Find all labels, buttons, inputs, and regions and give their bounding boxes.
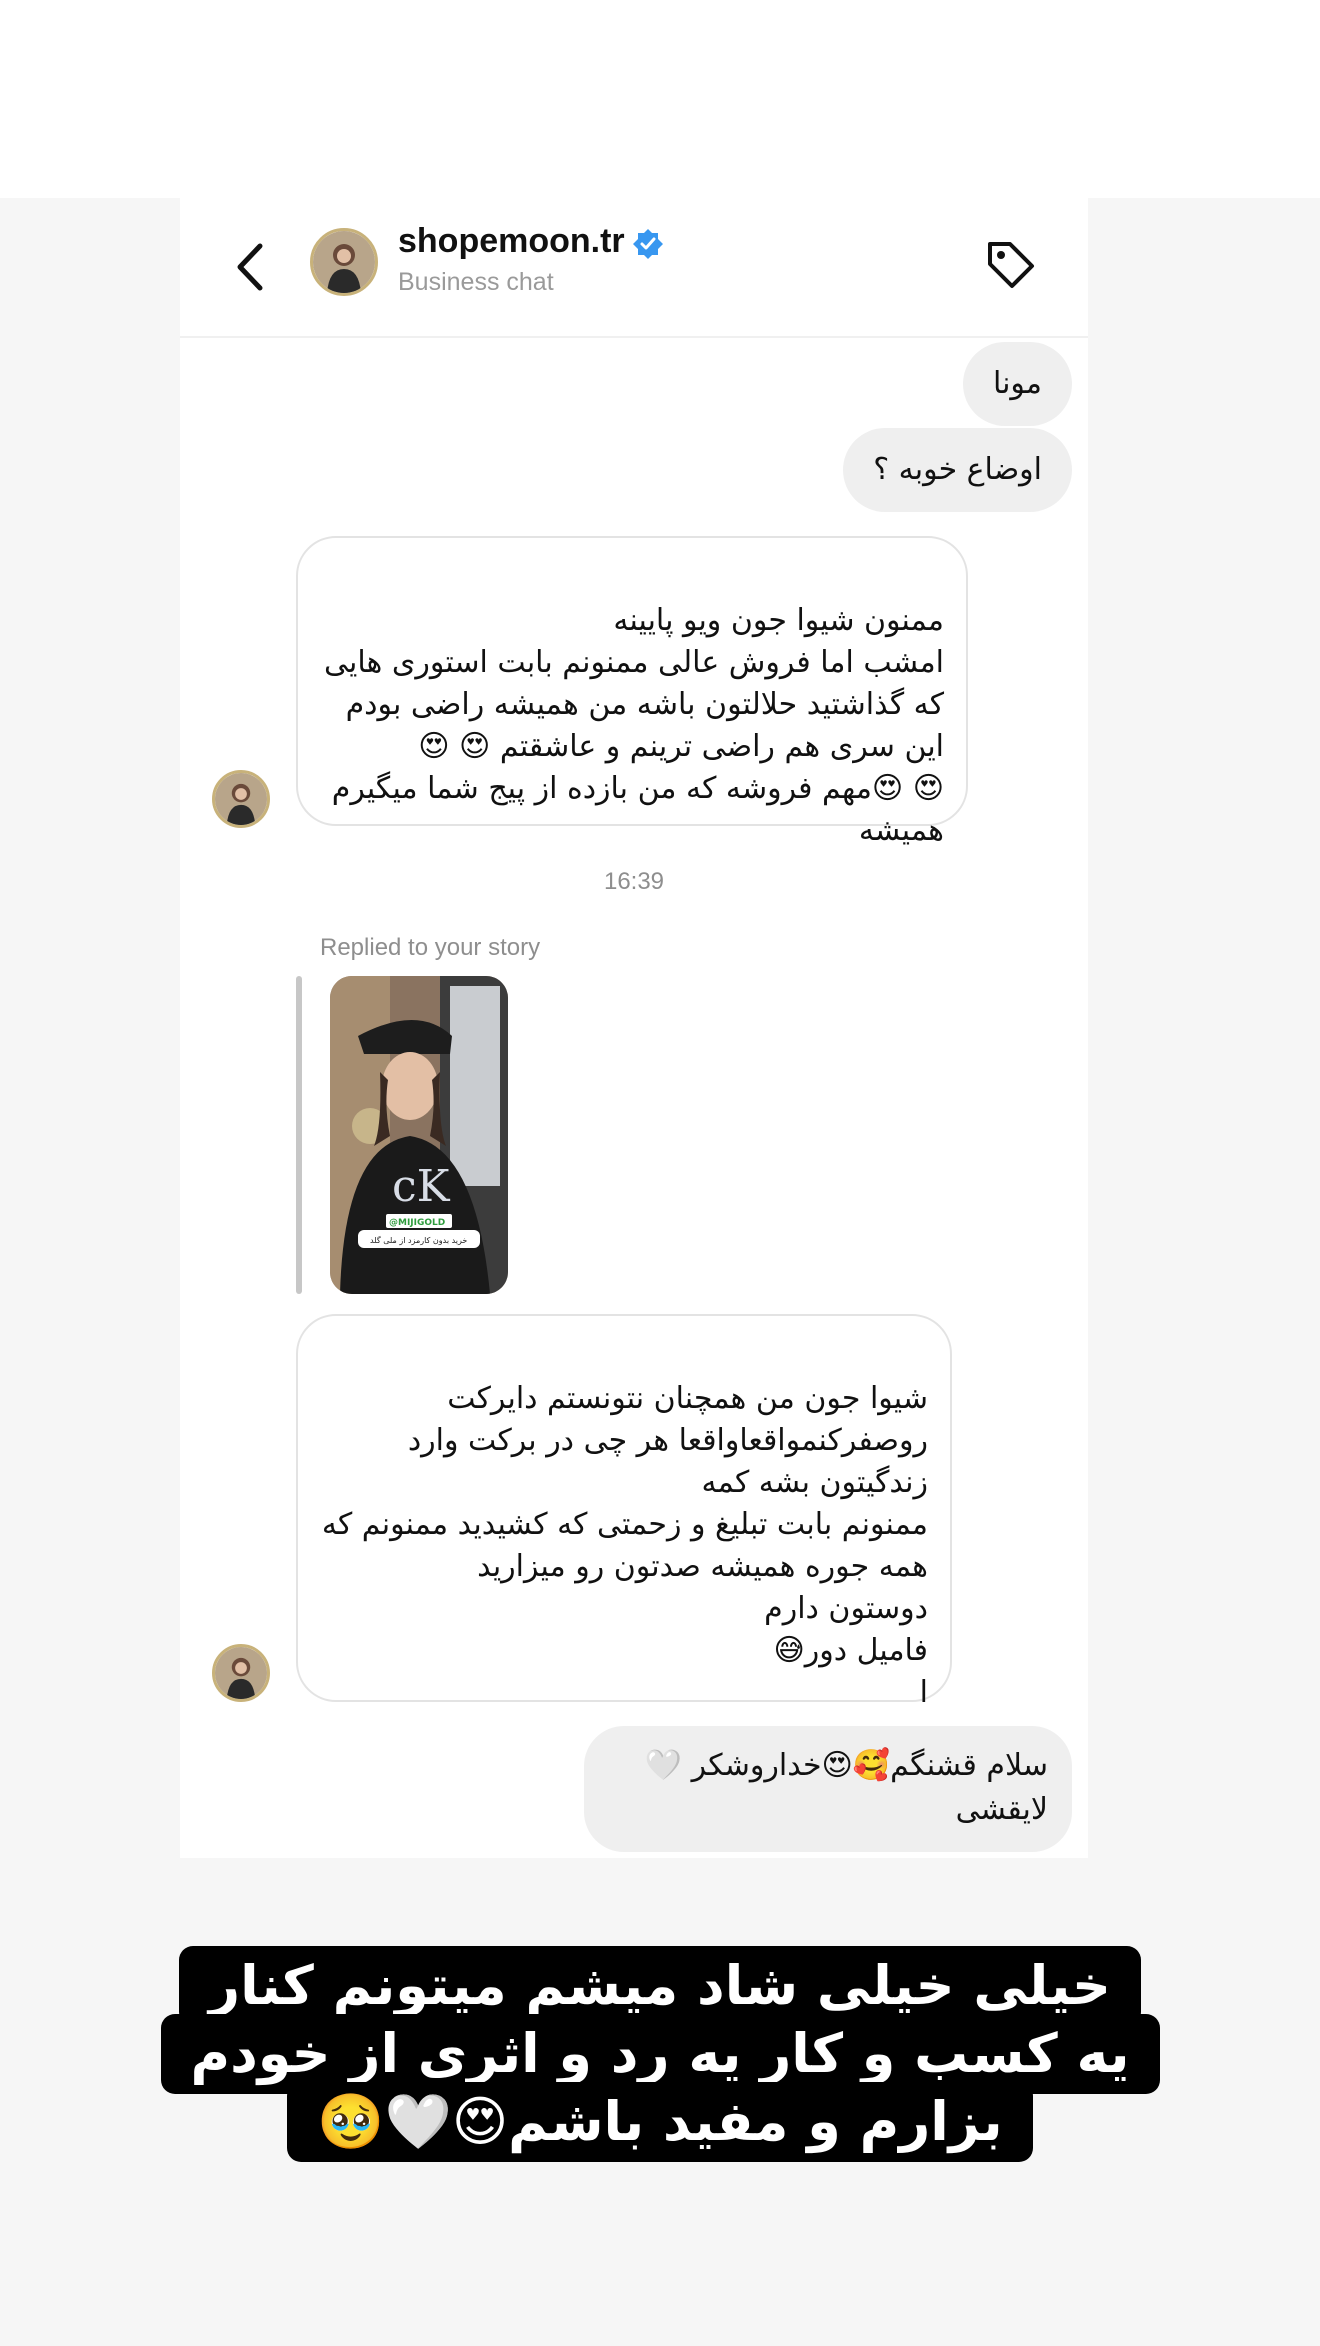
caption-line-3: بزارم و مفید باشم😍🤍🥹	[287, 2082, 1033, 2162]
replied-to-story-label: Replied to your story	[320, 934, 541, 961]
chat-subtitle: Business chat	[398, 268, 554, 296]
svg-text:cK: cK	[392, 1161, 451, 1212]
story-sticker-tag: @MIJIGOLD	[389, 1218, 445, 1228]
verified-badge-icon	[632, 228, 664, 260]
reply-indicator-bar	[296, 976, 302, 1294]
top-blank-area	[0, 0, 1320, 198]
sender-avatar[interactable]	[212, 1644, 270, 1702]
back-arrow-icon	[237, 243, 263, 291]
message-bubble-outgoing[interactable]: سلام قشنگم🥰😍خداروشکر 🤍 لایقشی	[584, 1726, 1072, 1852]
message-text: ممنون شیوا جون ویو پایینه امشب اما فروش …	[324, 603, 944, 848]
message-text: سلام قشنگم🥰😍خداروشکر 🤍 لایقشی	[644, 1748, 1048, 1827]
message-text: شیوا جون من همچنان نتونستم دایرکت روصفرک…	[321, 1381, 928, 1710]
message-bubble-incoming[interactable]: ممنون شیوا جون ویو پایینه امشب اما فروش …	[296, 536, 968, 848]
tag-button[interactable]	[980, 234, 1040, 294]
shop-avatar[interactable]	[310, 228, 378, 296]
tag-icon	[988, 242, 1034, 288]
shop-name[interactable]: shopemoon.tr	[398, 222, 625, 261]
message-text: اوضاع خوبه ؟	[873, 452, 1042, 487]
chat-header: shopemoon.tr Business chat	[180, 198, 1088, 338]
message-text: مونا	[992, 366, 1042, 401]
message-bubble-incoming[interactable]: شیوا جون من همچنان نتونستم دایرکت روصفرک…	[296, 1314, 952, 1710]
sender-avatar[interactable]	[212, 770, 270, 828]
message-bubble-outgoing[interactable]: اوضاع خوبه ؟	[843, 428, 1072, 512]
message-timestamp: 16:39	[603, 868, 665, 895]
back-button[interactable]	[230, 240, 274, 294]
chat-screen: shopemoon.tr Business chat مونا اوضاع خو…	[180, 198, 1088, 1858]
story-sticker-text: خرید بدون کارمزد از ملی گلد	[370, 1235, 467, 1245]
story-thumbnail[interactable]: cK @MIJIGOLD خرید بدون کارمزد از ملی گلد	[330, 976, 508, 1294]
message-bubble-outgoing[interactable]: مونا	[962, 342, 1072, 426]
